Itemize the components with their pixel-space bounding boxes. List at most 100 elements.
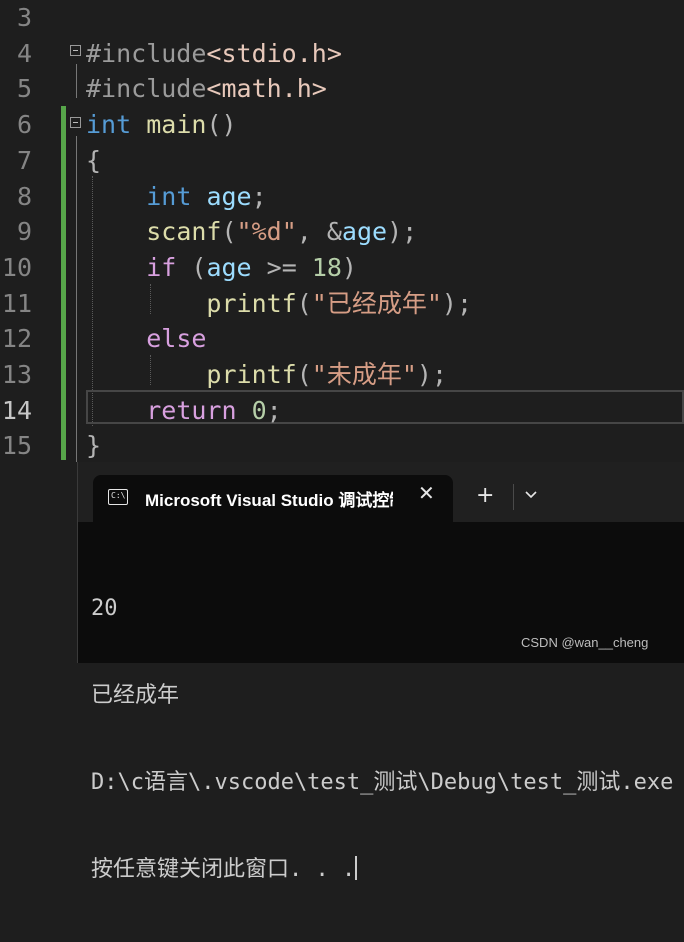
line-number: 14 (1, 395, 32, 425)
code-token: ( (176, 252, 207, 282)
code-token: () (206, 110, 237, 140)
tab-bar: C:\ Microsoft Visual Studio 调试控制台 ✕ + (78, 462, 684, 522)
code-token: "未成年" (311, 360, 417, 389)
code-token: "%d" (236, 217, 297, 247)
code-text: scanf("%d", &age); (86, 214, 417, 250)
line-number: 12 (1, 324, 32, 354)
code-line[interactable]: 11 printf("已经成年"); (0, 286, 684, 322)
line-number: 11 (1, 288, 32, 318)
line-number: 10 (1, 252, 32, 282)
code-token: age (341, 217, 388, 247)
code-text: return 0; (86, 393, 282, 429)
code-token: ); (387, 217, 418, 247)
code-line[interactable]: 5 #include<math.h> (0, 71, 684, 107)
code-line[interactable]: 12 else (0, 321, 684, 357)
code-token: } (86, 431, 102, 461)
code-line[interactable]: 13 printf("未成年"); (0, 357, 684, 393)
code-line[interactable]: 14 return 0; (0, 393, 684, 429)
code-text: } (86, 428, 101, 464)
code-text: if (age >= 18) (86, 250, 357, 286)
code-token: , & (296, 217, 342, 247)
tab-separator (513, 484, 514, 510)
code-token: { (86, 145, 102, 175)
code-text: int main() (86, 107, 237, 143)
line-number: 13 (1, 360, 32, 389)
code-token: #include (86, 74, 207, 104)
code-token: else (146, 324, 207, 354)
code-token: 18 (311, 252, 342, 282)
console-line: 已经成年 (91, 683, 180, 708)
code-text: printf("未成年"); (86, 357, 447, 393)
line-number: 9 (16, 217, 32, 247)
code-token: ) (341, 252, 357, 282)
console-line: D:\c语言\.vscode\test_测试\Debug\test_测试.exe (91, 770, 674, 795)
code-text: printf("已经成年"); (86, 286, 472, 322)
code-token: if (146, 252, 177, 282)
code-text: { (86, 143, 101, 179)
code-token: int (86, 110, 132, 140)
code-line[interactable]: 6 int main() (0, 107, 684, 143)
code-token: ; (251, 181, 267, 211)
code-token: main (146, 110, 207, 140)
code-token: printf (206, 360, 297, 389)
tab-title: Microsoft Visual Studio 调试控制台 (145, 491, 393, 510)
code-token: ( (296, 288, 312, 318)
code-line[interactable]: 4 #include<stdio.h> (0, 36, 684, 72)
console-line: 按任意键关闭此窗口. . . (91, 857, 356, 882)
code-token: age (206, 181, 252, 211)
code-text: else (86, 321, 206, 357)
debug-console-window[interactable]: C:\ Microsoft Visual Studio 调试控制台 ✕ + 20… (77, 462, 684, 882)
line-number: 6 (16, 110, 32, 140)
code-token: #include (86, 38, 207, 68)
line-number: 7 (16, 145, 32, 175)
plus-icon[interactable]: + (476, 485, 494, 507)
line-number: 5 (16, 74, 32, 104)
console-line: 20 (91, 596, 118, 621)
code-line[interactable]: 8 int age; (0, 179, 684, 215)
tab-debug-console[interactable]: C:\ Microsoft Visual Studio 调试控制台 ✕ (93, 475, 453, 522)
chevron-down-icon[interactable] (524, 488, 538, 502)
console-line-prompt: 按任意键关闭此窗口. . . (91, 855, 681, 884)
code-line[interactable]: 15} (0, 428, 684, 464)
close-icon[interactable]: ✕ (418, 481, 435, 505)
code-token: ); (416, 360, 448, 389)
line-number: 15 (1, 431, 32, 461)
code-token: printf (206, 288, 297, 318)
line-number: 4 (16, 38, 32, 68)
code-token: "已经成年" (311, 288, 442, 318)
code-token: age (206, 252, 252, 282)
code-line[interactable]: 10 if (age >= 18) (0, 250, 684, 286)
code-line[interactable]: 9 scanf("%d", &age); (0, 214, 684, 250)
code-text: #include<stdio.h> (86, 36, 342, 72)
code-token: ); (441, 288, 473, 318)
text-cursor (355, 856, 358, 880)
code-token: ; (266, 395, 282, 425)
code-text: #include<math.h> (86, 71, 327, 107)
code-token: <math.h> (206, 74, 327, 104)
watermark: CSDN @wan__cheng (521, 635, 649, 650)
code-token: ( (296, 360, 312, 389)
console-output[interactable]: 20 已经成年 D:\c语言\.vscode\test_测试\Debug\tes… (91, 536, 681, 942)
code-token: 0 (251, 395, 267, 425)
line-number: 8 (16, 181, 32, 211)
code-token: return (146, 395, 237, 425)
code-token: >= (251, 252, 312, 282)
code-token: ( (221, 217, 237, 247)
code-token: <stdio.h> (206, 38, 342, 68)
code-line[interactable]: 7{ (0, 143, 684, 179)
code-text: int age; (86, 179, 267, 215)
code-token: scanf (146, 217, 222, 247)
code-line[interactable]: 3 (0, 0, 684, 36)
line-number: 3 (16, 3, 32, 32)
console-window-icon: C:\ (108, 489, 128, 505)
code-token: int (146, 181, 192, 211)
